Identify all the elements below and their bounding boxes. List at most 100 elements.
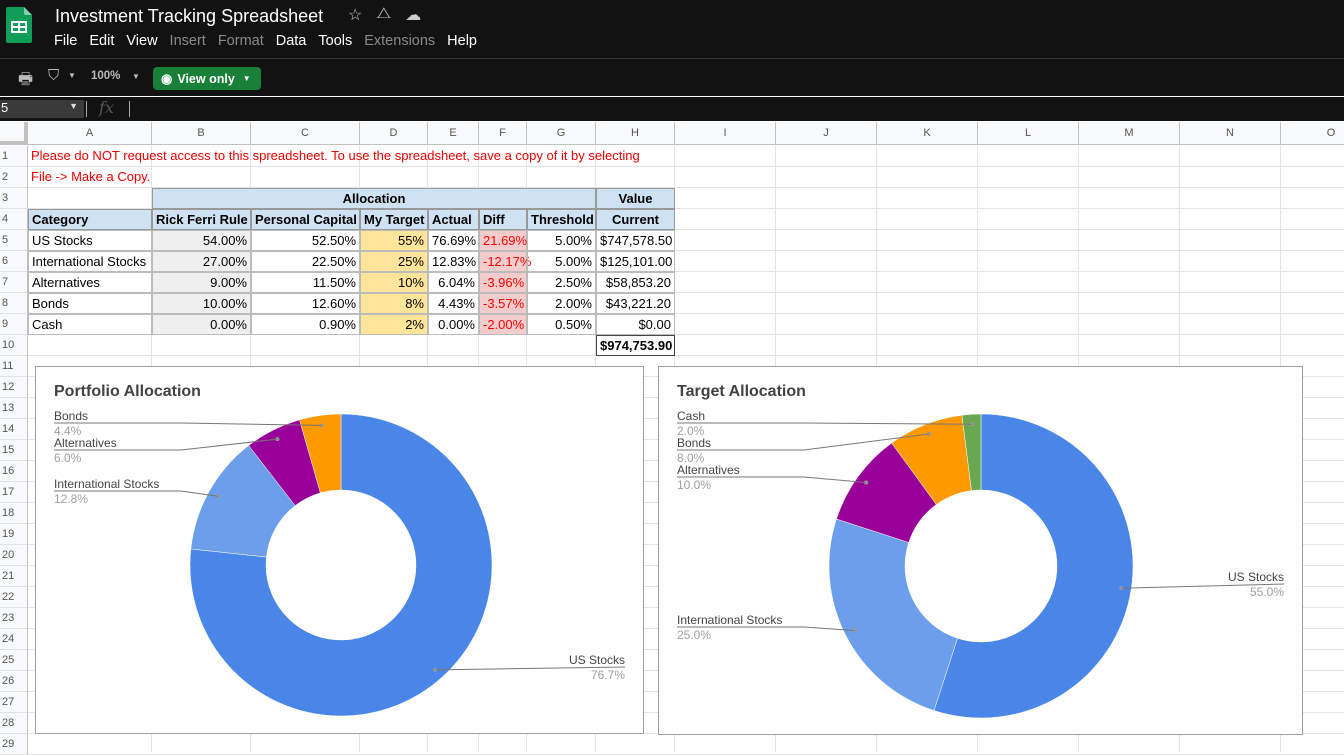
- slice-label-name: US Stocks: [569, 653, 625, 667]
- column-header-o[interactable]: O: [1281, 122, 1344, 145]
- row-header-21[interactable]: 21: [0, 566, 28, 587]
- table-cell: 0.50%: [527, 314, 596, 335]
- row-header-24[interactable]: 24: [0, 629, 28, 650]
- table-cell: 10%: [360, 272, 428, 293]
- menu-help[interactable]: Help: [447, 33, 477, 49]
- row-header-23[interactable]: 23: [0, 608, 28, 629]
- row-header-19[interactable]: 19: [0, 524, 28, 545]
- name-box[interactable]: 5 ▼: [0, 100, 84, 118]
- table-cell: $747,578.50: [596, 230, 675, 251]
- table-cell: 2.50%: [527, 272, 596, 293]
- row-header-2[interactable]: 2: [0, 167, 28, 188]
- target-allocation-chart[interactable]: Target Allocation US Stocks 55.0% Internat…: [658, 366, 1303, 735]
- slice-label-value: 6.0%: [54, 451, 82, 465]
- fx-icon: fx: [99, 98, 114, 117]
- column-header-i[interactable]: I: [675, 122, 776, 145]
- column-header-j[interactable]: J: [776, 122, 877, 145]
- formula-bar: 5 ▼ fx: [0, 97, 1344, 121]
- table-cell: -2.00%: [479, 314, 527, 335]
- portfolio-allocation-chart[interactable]: Portfolio Allocation US Stocks 76.7% Inter…: [35, 366, 644, 734]
- table-cell: 6.04%: [428, 272, 479, 293]
- row-header-8[interactable]: 8: [0, 293, 28, 314]
- row-header-15[interactable]: 15: [0, 440, 28, 461]
- table-header-category: Category: [28, 209, 152, 230]
- menu-data[interactable]: Data: [276, 33, 307, 49]
- row-header-26[interactable]: 26: [0, 671, 28, 692]
- column-header-f[interactable]: F: [479, 122, 527, 145]
- zoom-select[interactable]: 100%: [91, 70, 120, 82]
- gridline: [28, 355, 1344, 356]
- select-all-corner[interactable]: [0, 122, 28, 145]
- star-icon[interactable]: ☆: [348, 5, 362, 25]
- row-header-16[interactable]: 16: [0, 461, 28, 482]
- filter-dropdown-icon[interactable]: ▼: [68, 71, 76, 80]
- name-box-dropdown-icon[interactable]: ▼: [69, 101, 78, 111]
- row-header-22[interactable]: 22: [0, 587, 28, 608]
- view-only-label: View only: [177, 71, 235, 86]
- menu-view[interactable]: View: [126, 33, 157, 49]
- row-header-14[interactable]: 14: [0, 419, 28, 440]
- column-header-m[interactable]: M: [1079, 122, 1180, 145]
- slice-label-value: 12.8%: [54, 492, 88, 506]
- row-header-11[interactable]: 11: [0, 356, 28, 377]
- menu-tools[interactable]: Tools: [318, 33, 352, 49]
- column-header-d[interactable]: D: [360, 122, 428, 145]
- table-cell: 9.00%: [152, 272, 251, 293]
- filter-icon[interactable]: ⛉: [48, 67, 59, 84]
- cloud-status-icon[interactable]: ☁: [405, 5, 421, 25]
- slice-label-name: Alternatives: [677, 463, 740, 477]
- move-to-drive-icon[interactable]: ⧍: [376, 5, 391, 25]
- slice-label-value: 10.0%: [677, 478, 711, 492]
- row-header-4[interactable]: 4: [0, 209, 28, 230]
- eye-icon: ◉: [161, 70, 173, 86]
- zoom-dropdown-icon[interactable]: ▼: [132, 72, 140, 81]
- column-header-g[interactable]: G: [527, 122, 596, 145]
- view-only-button[interactable]: ◉ View only ▼: [153, 67, 261, 90]
- slice-label-name: US Stocks: [1228, 570, 1284, 584]
- row-header-18[interactable]: 18: [0, 503, 28, 524]
- menu-bar: File Edit View Insert Format Data Tools Extensi…: [54, 33, 489, 49]
- menu-format[interactable]: Format: [218, 33, 264, 49]
- menu-edit[interactable]: Edit: [89, 33, 114, 49]
- row-header-5[interactable]: 5: [0, 230, 28, 251]
- menu-insert[interactable]: Insert: [170, 33, 206, 49]
- table-cell: 76.69%: [428, 230, 479, 251]
- slice-label-name: Cash: [677, 409, 705, 423]
- slice-label-name: Bonds: [677, 436, 711, 450]
- row-header-13[interactable]: 13: [0, 398, 28, 419]
- row-header-7[interactable]: 7: [0, 272, 28, 293]
- row-header-17[interactable]: 17: [0, 482, 28, 503]
- sheets-logo-icon[interactable]: [6, 7, 32, 43]
- column-header-b[interactable]: B: [152, 122, 251, 145]
- row-header-6[interactable]: 6: [0, 251, 28, 272]
- slice-label-value: 76.7%: [591, 668, 625, 682]
- slice-international-stocks: [828, 518, 958, 711]
- column-header-k[interactable]: K: [877, 122, 978, 145]
- column-header-a[interactable]: A: [28, 122, 152, 145]
- column-header-l[interactable]: L: [978, 122, 1079, 145]
- table-cell: -3.96%: [479, 272, 527, 293]
- document-title[interactable]: Investment Tracking Spreadsheet: [55, 6, 323, 27]
- row-header-10[interactable]: 10: [0, 335, 28, 356]
- column-header-h[interactable]: H: [596, 122, 675, 145]
- row-header-25[interactable]: 25: [0, 650, 28, 671]
- menu-extensions[interactable]: Extensions: [364, 33, 435, 49]
- row-header-12[interactable]: 12: [0, 377, 28, 398]
- row-header-28[interactable]: 28: [0, 713, 28, 734]
- table-cell: $43,221.20: [596, 293, 675, 314]
- row-header-9[interactable]: 9: [0, 314, 28, 335]
- row-header-1[interactable]: 1: [0, 146, 28, 167]
- column-header-c[interactable]: C: [251, 122, 360, 145]
- column-header-e[interactable]: E: [428, 122, 479, 145]
- chevron-down-icon: ▼: [242, 74, 251, 83]
- menu-file[interactable]: File: [54, 33, 77, 49]
- row-header-20[interactable]: 20: [0, 545, 28, 566]
- row-header-27[interactable]: 27: [0, 692, 28, 713]
- formula-input[interactable]: [129, 101, 130, 117]
- table-cell: 21.69%: [479, 230, 527, 251]
- slice-label-value: 4.4%: [54, 424, 82, 438]
- allocation-group-header: Allocation: [152, 188, 596, 209]
- row-header-3[interactable]: 3: [0, 188, 28, 209]
- print-icon[interactable]: 🖶: [18, 68, 33, 95]
- column-header-n[interactable]: N: [1180, 122, 1281, 145]
